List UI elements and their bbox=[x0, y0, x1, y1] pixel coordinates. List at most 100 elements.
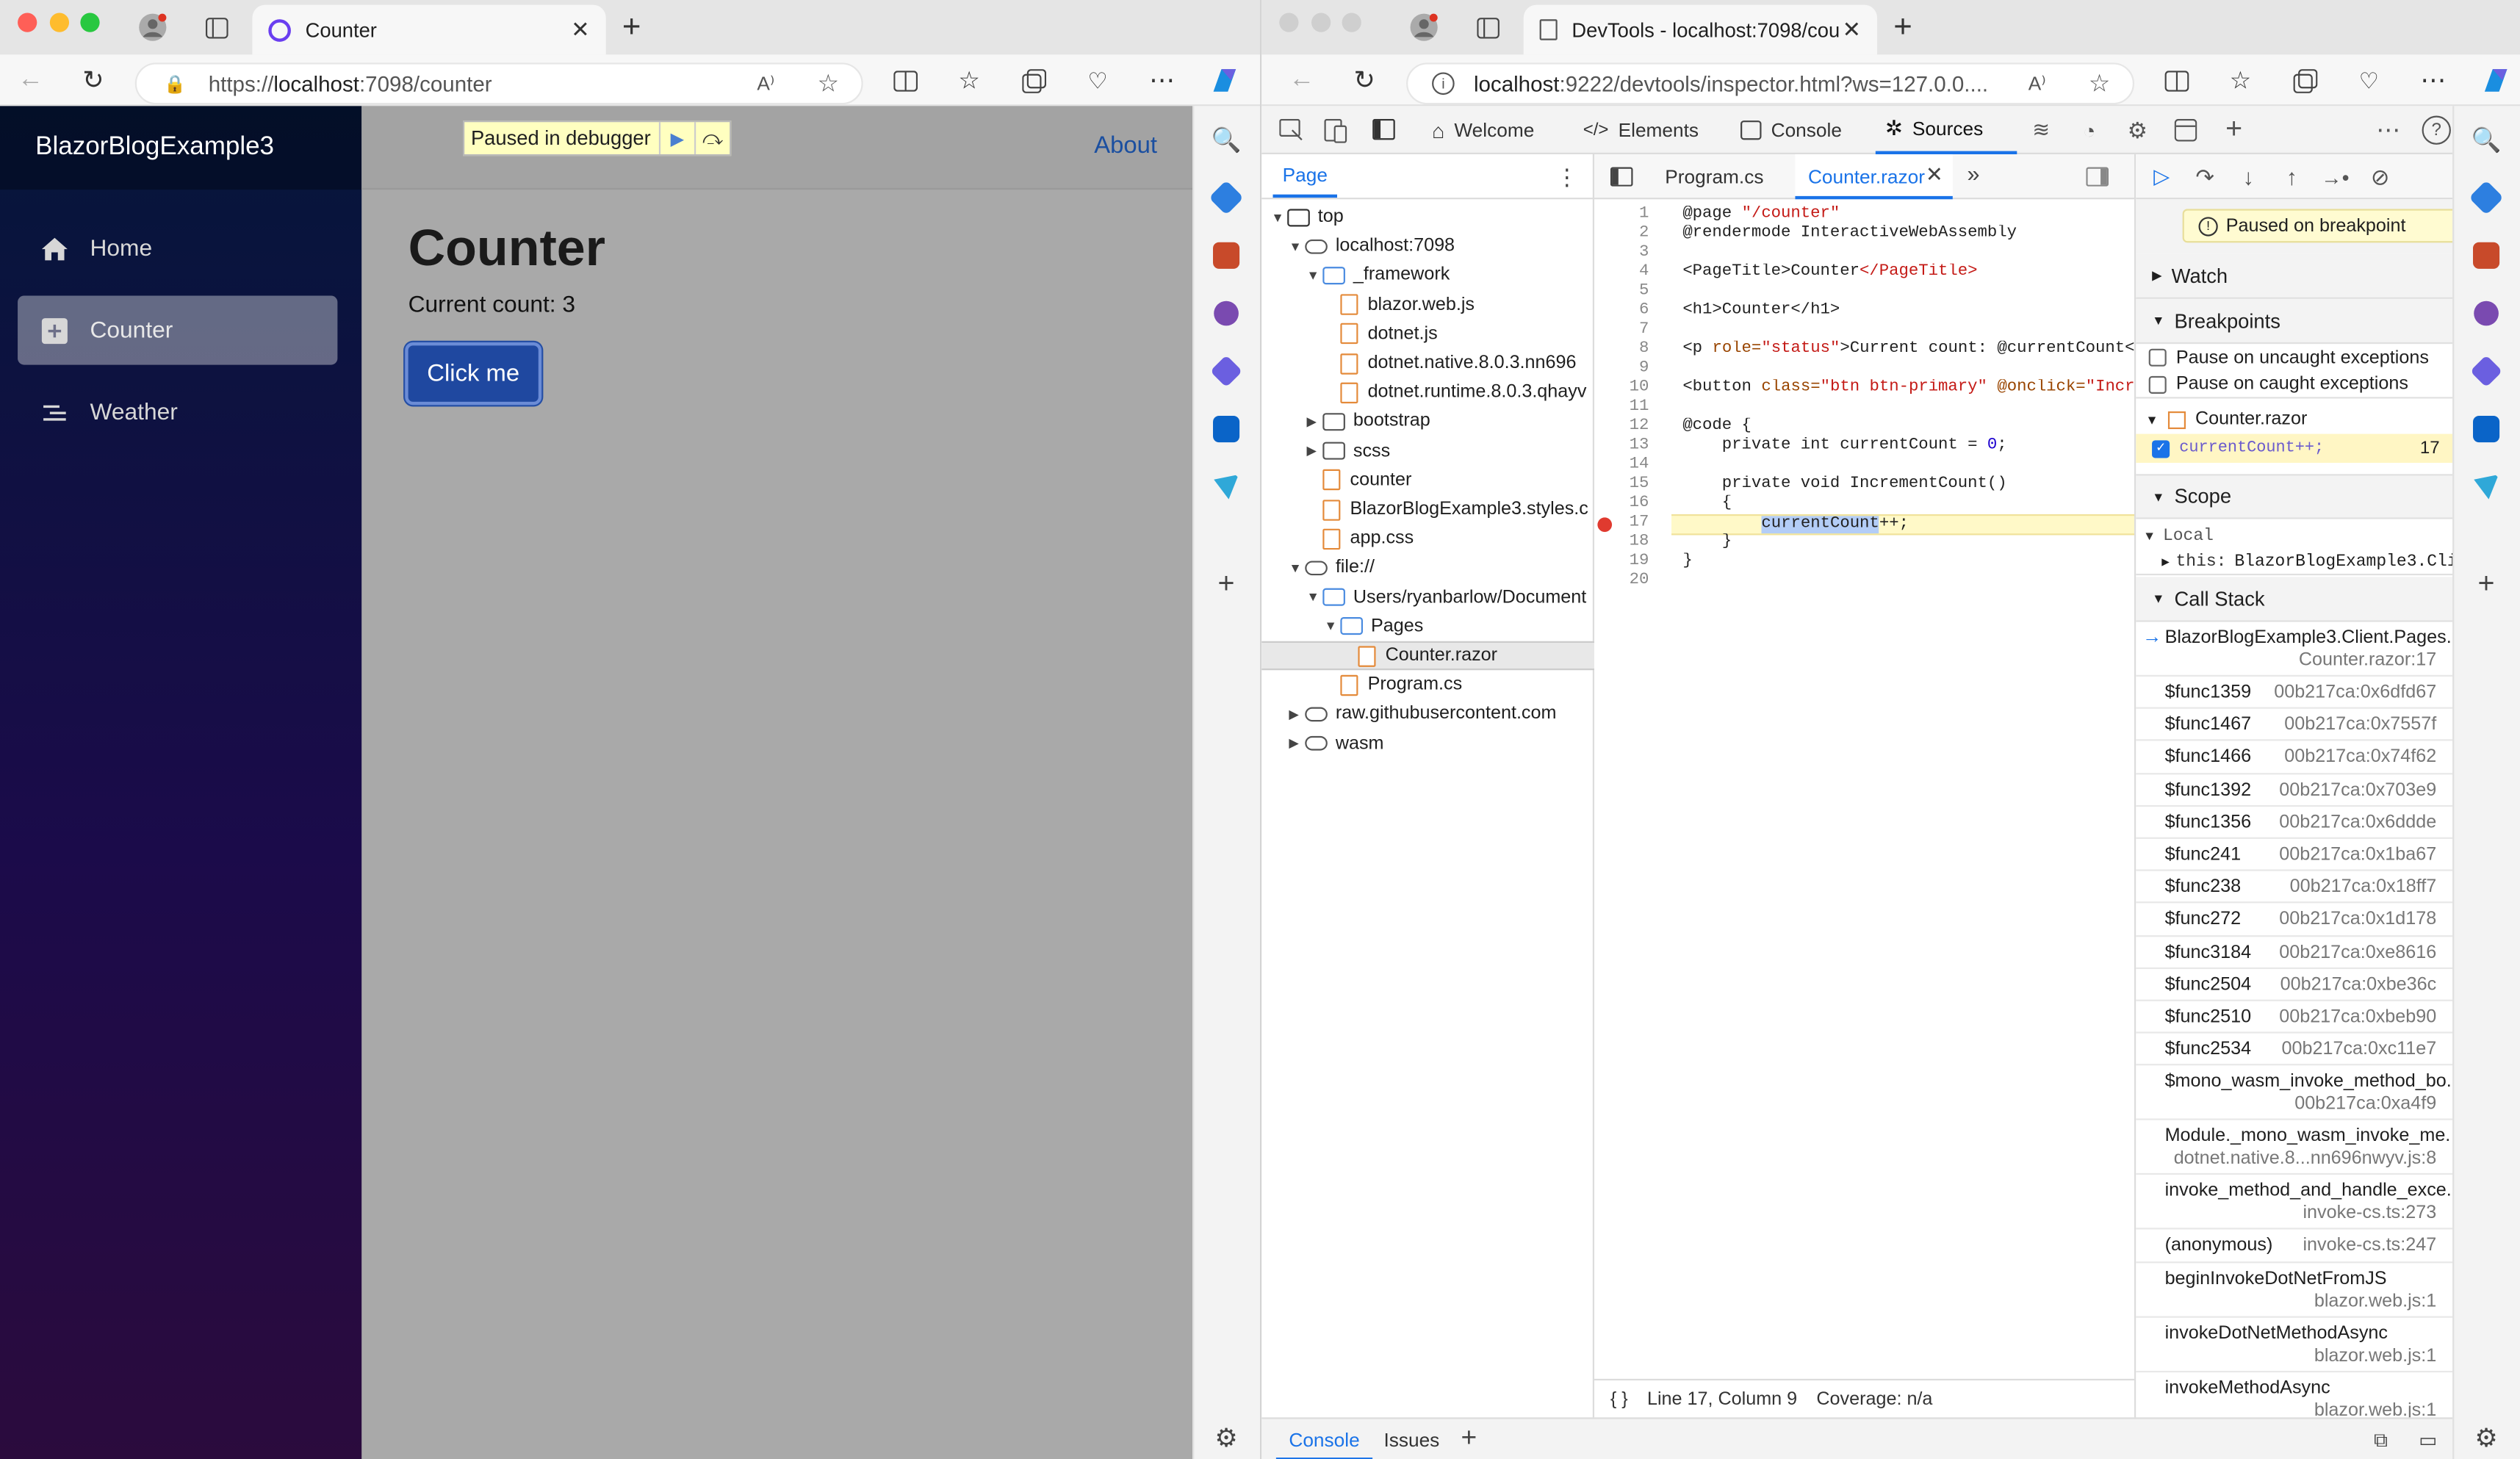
inspect-element-icon[interactable] bbox=[1276, 116, 1305, 145]
tree-item[interactable]: dotnet.native.8.0.3.nn696 bbox=[1261, 349, 1594, 378]
call-frame[interactable]: invoke_method_and_handle_exce... invoke-c… bbox=[2136, 1175, 2455, 1231]
dock-drawer-icon[interactable]: ⧉ bbox=[2374, 1429, 2388, 1453]
expand-icon[interactable]: ▶ bbox=[1289, 736, 1305, 751]
profile-icon[interactable] bbox=[135, 10, 170, 45]
tree-item[interactable]: ▼ localhost:7098 bbox=[1261, 231, 1594, 260]
favorites-icon[interactable]: ☆ bbox=[2222, 62, 2258, 98]
new-tab-icon[interactable]: + bbox=[1885, 9, 1920, 45]
minimize-window-button[interactable] bbox=[1311, 12, 1331, 32]
call-frame[interactable]: invokeMethodAsync blazor.web.js:1 bbox=[2136, 1372, 2454, 1417]
tree-item[interactable]: Program.cs bbox=[1261, 671, 1594, 699]
call-frame[interactable]: $mono_wasm_invoke_method_bo... 00b217ca:0… bbox=[2136, 1066, 2455, 1121]
tree-item[interactable]: ▶ scss bbox=[1261, 436, 1594, 465]
expand-icon[interactable]: ▶ bbox=[1306, 444, 1322, 458]
collections-icon[interactable] bbox=[1016, 62, 1051, 98]
outlook-icon[interactable] bbox=[2473, 416, 2500, 443]
pause-caught-row[interactable]: Pause on caught exceptions bbox=[2136, 371, 2455, 399]
call-frame[interactable]: $func241 00b217ca:0x1ba67 bbox=[2136, 839, 2455, 872]
tab-actions-icon[interactable] bbox=[199, 10, 234, 45]
scope-local-row[interactable]: ▼ Local bbox=[2136, 524, 2454, 550]
call-frame[interactable]: $func1359 00b217ca:0x6dfd67 bbox=[2136, 677, 2455, 710]
click-me-button[interactable]: Click me bbox=[405, 342, 542, 406]
tab-sources[interactable]: ✲ Sources bbox=[1875, 106, 2017, 154]
add-sidebar-icon[interactable]: + bbox=[2469, 566, 2504, 601]
microsoft365-icon[interactable] bbox=[2469, 355, 2503, 388]
about-link[interactable]: About bbox=[1094, 132, 1157, 159]
split-screen-icon[interactable] bbox=[888, 62, 923, 98]
tree-item[interactable]: ▼ top bbox=[1261, 203, 1594, 231]
call-frame[interactable]: $func2504 00b217ca:0xbe36c bbox=[2136, 969, 2455, 1001]
favorite-star-icon[interactable]: ☆ bbox=[817, 69, 838, 98]
outlook-icon[interactable] bbox=[1213, 416, 1240, 443]
pause-uncaught-checkbox[interactable] bbox=[2148, 348, 2167, 367]
tree-item[interactable]: Counter.razor bbox=[1261, 641, 1594, 671]
close-window-button[interactable] bbox=[18, 12, 37, 32]
expand-icon[interactable]: ▶ bbox=[1289, 707, 1305, 721]
step-over-icon[interactable]: ⤼ bbox=[694, 122, 730, 154]
add-drawer-tab-icon[interactable]: + bbox=[1461, 1422, 1477, 1455]
line-number[interactable]: 9 bbox=[1609, 360, 1649, 379]
tree-item[interactable]: blazor.web.js bbox=[1261, 290, 1594, 319]
call-frame[interactable]: invokeDotNetMethodAsync blazor.web.js:1 bbox=[2136, 1317, 2455, 1372]
network-icon[interactable]: ≋ bbox=[2026, 116, 2055, 145]
breakpoints-section-header[interactable]: ▼ Breakpoints bbox=[2136, 298, 2455, 345]
close-window-button[interactable] bbox=[1279, 12, 1299, 32]
line-number[interactable]: 17 bbox=[1609, 514, 1649, 533]
tree-item[interactable]: counter bbox=[1261, 466, 1594, 494]
editor-tab-program-cs[interactable]: Program.cs bbox=[1665, 165, 1763, 188]
settings-gear-icon[interactable]: ⚙ bbox=[2469, 1421, 2504, 1456]
toggle-debugger-icon[interactable] bbox=[2084, 164, 2110, 190]
nav-item-home[interactable]: Home bbox=[18, 214, 337, 283]
tab-actions-icon[interactable] bbox=[1471, 10, 1506, 45]
tree-item[interactable]: ▼ Users/ryanbarlow/Document bbox=[1261, 583, 1594, 611]
resume-icon[interactable]: ▷ bbox=[2145, 161, 2178, 193]
tree-item[interactable]: app.css bbox=[1261, 525, 1594, 553]
drawer-tab-console[interactable]: Console bbox=[1275, 1419, 1373, 1459]
minimize-window-button[interactable] bbox=[49, 12, 70, 32]
call-frame[interactable]: $func1356 00b217ca:0x6ddde bbox=[2136, 807, 2455, 839]
expand-icon[interactable]: ▶ bbox=[1306, 414, 1322, 429]
call-frame[interactable]: (anonymous) invoke-cs.ts:247 bbox=[2136, 1230, 2455, 1263]
watch-section-header[interactable]: ▶ Watch bbox=[2136, 253, 2455, 299]
tree-item[interactable]: BlazorBlogExample3.styles.c bbox=[1261, 495, 1594, 524]
shopping-tag-icon[interactable] bbox=[2469, 180, 2504, 215]
tools-icon[interactable] bbox=[2473, 242, 2500, 269]
settings-gear-icon[interactable]: ⚙ bbox=[1209, 1421, 1244, 1456]
call-frame[interactable]: $func3184 00b217ca:0xe8616 bbox=[2136, 936, 2455, 969]
scope-section-header[interactable]: ▼ Scope bbox=[2136, 474, 2455, 519]
add-sidebar-icon[interactable]: + bbox=[1209, 566, 1244, 601]
breakpoint-marker[interactable] bbox=[1597, 517, 1613, 533]
tab-console[interactable]: Console bbox=[1740, 106, 1842, 154]
microsoft365-icon[interactable] bbox=[1209, 355, 1243, 388]
more-icon[interactable]: ⋯ bbox=[2416, 62, 2451, 98]
call-frame[interactable]: $func1466 00b217ca:0x74f62 bbox=[2136, 741, 2455, 774]
call-frame[interactable]: $func1392 00b217ca:0x703e9 bbox=[2136, 774, 2455, 807]
profile-icon[interactable] bbox=[1406, 10, 1441, 45]
tools-icon[interactable] bbox=[1213, 242, 1240, 269]
pause-uncaught-row[interactable]: Pause on uncaught exceptions bbox=[2136, 344, 2454, 371]
back-icon[interactable]: ← bbox=[1284, 62, 1320, 98]
line-number[interactable]: 11 bbox=[1609, 399, 1649, 418]
nav-item-weather[interactable]: Weather bbox=[18, 378, 337, 447]
device-emulation-icon[interactable] bbox=[1321, 116, 1350, 145]
favorite-star-icon[interactable]: ☆ bbox=[2088, 69, 2111, 98]
collapse-icon[interactable]: ▼ bbox=[1306, 590, 1322, 605]
line-number[interactable]: 3 bbox=[1609, 245, 1649, 264]
navigator-tab-page[interactable]: Page bbox=[1272, 154, 1338, 198]
line-number[interactable]: 5 bbox=[1609, 283, 1649, 302]
toggle-navigator-icon[interactable] bbox=[1609, 164, 1635, 190]
tab-welcome[interactable]: ⌂ Welcome bbox=[1432, 106, 1534, 154]
collapse-icon[interactable]: ▼ bbox=[1289, 239, 1305, 253]
tab-elements[interactable]: </> Elements bbox=[1583, 106, 1699, 154]
browser-tab-counter[interactable]: Counter ✕ bbox=[252, 4, 606, 55]
copilot-icon[interactable] bbox=[2477, 61, 2516, 100]
more-icon[interactable]: ⋯ bbox=[1145, 62, 1180, 98]
editor-tab-counter-razor[interactable]: Counter.razor ✕ bbox=[1795, 154, 1953, 200]
call-frame[interactable]: $func2510 00b217ca:0xbeb90 bbox=[2136, 1001, 2455, 1034]
reload-icon[interactable]: ↻ bbox=[76, 62, 111, 98]
more-tools-icon[interactable]: + bbox=[2220, 112, 2248, 145]
collapse-icon[interactable]: ▼ bbox=[1306, 268, 1322, 283]
dock-icon[interactable] bbox=[1369, 116, 1398, 145]
scope-this-row[interactable]: ▶ this: BlazorBlogExample3.Clien bbox=[2136, 550, 2455, 576]
tree-item[interactable]: dotnet.js bbox=[1261, 320, 1594, 348]
